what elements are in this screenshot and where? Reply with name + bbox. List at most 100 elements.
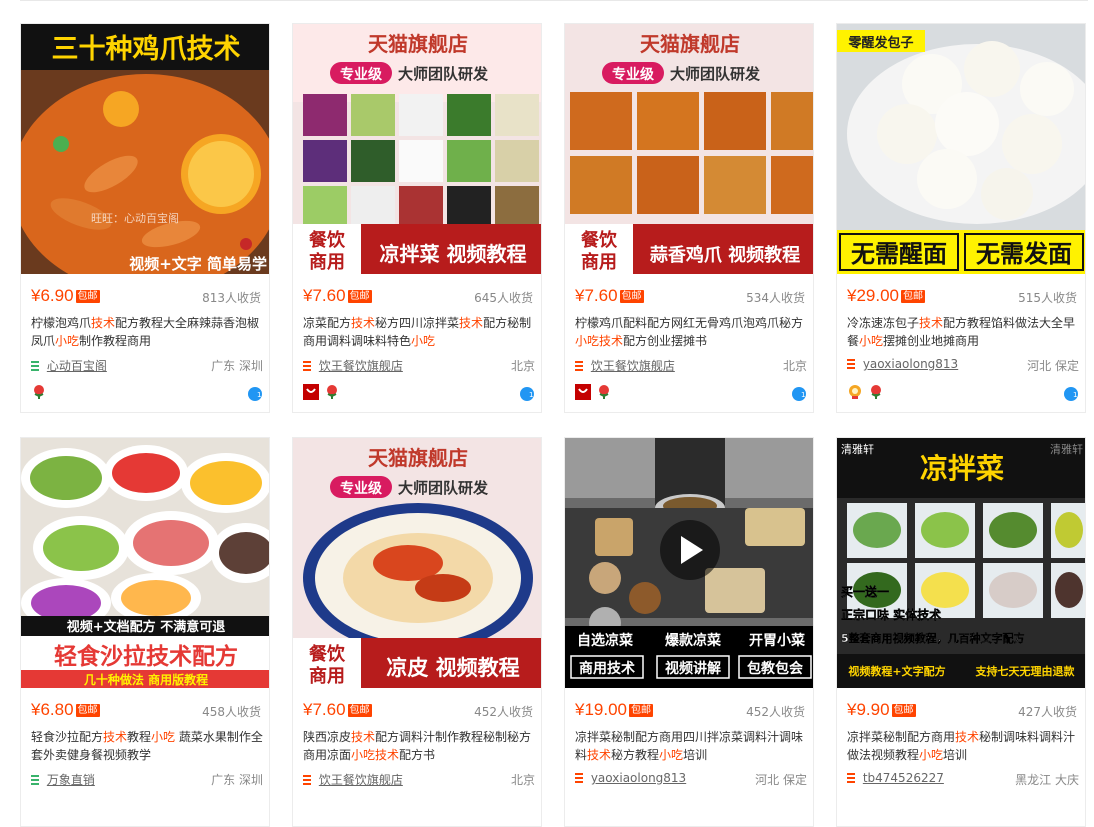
image-watermark: 旺旺：心动百宝阁	[91, 211, 179, 225]
shop-link[interactable]: 饮王餐饮旗舰店	[319, 359, 403, 373]
price: ¥19.00	[575, 700, 627, 719]
product-card[interactable]: 视频+文档配方 不满意可退 轻食沙拉技术配方 几十种做法 商用版教程 ¥6.80…	[20, 437, 270, 827]
location: 北京	[510, 773, 535, 787]
price: ¥6.90	[31, 286, 74, 305]
image-caption: 凉皮 视频教程	[386, 656, 519, 680]
image-banner: 天猫旗舰店	[368, 32, 468, 56]
location: 北京	[782, 359, 807, 373]
image-line: 买一送一	[841, 584, 889, 599]
price: ¥29.00	[847, 286, 899, 305]
sales-count: 427人收货	[1018, 705, 1077, 719]
product-card[interactable]: 自选凉菜 爆款凉菜 开胃小菜 商用技术 视频讲解 包教包会 ¥19.00 包邮 4…	[564, 437, 814, 827]
product-image[interactable]: 清雅轩 清雅轩 凉拌菜 买一送一 正宗口味 实体技术 5整套商用视频教程，几百种…	[837, 438, 1085, 688]
rose-icon	[327, 385, 338, 399]
svg-text:餐饮: 餐饮	[308, 643, 346, 665]
free-shipping-badge: 包邮	[629, 704, 653, 717]
product-image[interactable]: 天猫旗舰店 专业级 大师团队研发 餐饮 商用 凉拌菜 视频教程	[293, 24, 541, 274]
wangwang-chat-icon[interactable]: 1	[1063, 386, 1079, 402]
product-image[interactable]: 三十种鸡爪技术 旺旺：心动百宝阁 视频+文字 简单易学	[21, 24, 269, 274]
image-box-label: 商用技术	[579, 660, 635, 677]
shop-link[interactable]: 饮王餐饮旗舰店	[319, 773, 403, 787]
price: ¥9.90	[847, 700, 890, 719]
product-title[interactable]: 凉拌菜秘制配方商用四川拌凉菜调料汁调味料技术秘方教程小吃培训	[575, 728, 807, 764]
price-row: ¥7.60 包邮 645人收货	[303, 286, 533, 308]
product-title[interactable]: 冷冻速冻包子技术配方教程馅料做法大全早餐小吃摆摊创业地摊商用	[847, 314, 1079, 350]
image-line: 5整套商用视频教程，几百种文字配方	[841, 631, 1025, 645]
location: 河北 保定	[755, 773, 807, 787]
product-card[interactable]: 零醒发包子 无需醒面 无需发面 ¥29.00 包邮 515人收货 冷冻速冻包子技术…	[836, 23, 1086, 413]
shop-link[interactable]: 饮王餐饮旗舰店	[591, 359, 675, 373]
shop-link[interactable]: 万象直销	[47, 773, 95, 787]
svg-text:商用: 商用	[309, 665, 345, 687]
product-title[interactable]: 陕西凉皮技术配方调料汁制作教程秘制秘方商用凉面小吃技术配方书	[303, 728, 535, 764]
sales-count: 452人收货	[746, 705, 805, 719]
shop-row: tb474526227 黑龙江 大庆	[847, 771, 1079, 789]
svg-text:餐饮: 餐饮	[580, 229, 618, 251]
shop-link[interactable]: yaoxiaolong813	[863, 357, 958, 371]
shop-row: 万象直销 广东 深圳	[31, 771, 263, 789]
product-image[interactable]: 天猫旗舰店 专业级 大师团队研发 餐饮 商用 蒜香鸡爪 视频教程	[565, 24, 813, 274]
shop-link[interactable]: 心动百宝阁	[47, 359, 107, 373]
image-corner-right: 清雅轩	[1050, 442, 1083, 456]
wangwang-chat-icon[interactable]: 1	[519, 386, 535, 402]
sales-count: 458人收货	[202, 705, 261, 719]
free-shipping-badge: 包邮	[619, 290, 644, 303]
rose-icon	[599, 385, 610, 399]
image-corner: 零醒发包子	[847, 35, 913, 51]
image-banner: 天猫旗舰店	[640, 32, 740, 56]
image-banner: 天猫旗舰店	[368, 446, 468, 470]
image-tag2: 大师团队研发	[670, 65, 761, 83]
price: ¥7.60	[575, 286, 618, 305]
product-card[interactable]: 清雅轩 清雅轩 凉拌菜 买一送一 正宗口味 实体技术 5整套商用视频教程，几百种…	[836, 437, 1086, 827]
service-icons: 1	[31, 384, 263, 404]
shop-icon	[31, 774, 39, 785]
service-icons: 1	[575, 384, 807, 404]
free-shipping-badge: 包邮	[75, 704, 100, 717]
gold-medal-icon	[849, 385, 861, 399]
product-image[interactable]: 视频+文档配方 不满意可退 轻食沙拉技术配方 几十种做法 商用版教程	[21, 438, 269, 688]
shop-row: yaoxiaolong813 河北 保定	[575, 771, 807, 789]
image-caption: 蒜香鸡爪 视频教程	[650, 244, 800, 266]
product-title[interactable]: 凉菜配方技术秘方四川凉拌菜技术配方秘制商用调料调味料特色小吃	[303, 314, 535, 350]
shop-icon	[847, 772, 855, 783]
location: 北京	[510, 359, 535, 373]
free-shipping-badge: 包邮	[347, 290, 372, 303]
product-image[interactable]: 零醒发包子 无需醒面 无需发面	[837, 24, 1085, 274]
shop-row: yaoxiaolong813 河北 保定	[847, 357, 1079, 375]
product-title[interactable]: 柠檬泡鸡爪技术配方教程大全麻辣蒜香泡椒凤爪小吃制作教程商用	[31, 314, 263, 350]
product-card[interactable]: 天猫旗舰店 专业级 大师团队研发 餐饮 商用 凉皮 视频教程 ¥7.60 包邮 4…	[292, 437, 542, 827]
wangwang-chat-icon[interactable]: 1	[791, 386, 807, 402]
shop-link[interactable]: yaoxiaolong813	[591, 771, 686, 785]
image-label: 爆款凉菜	[665, 632, 722, 649]
wangwang-chat-icon[interactable]: 1	[247, 386, 263, 402]
image-label: 开胃小菜	[749, 632, 806, 649]
image-box-label: 包教包会	[747, 660, 804, 677]
svg-text:商用: 商用	[581, 251, 617, 273]
product-image[interactable]: 天猫旗舰店 专业级 大师团队研发 餐饮 商用 凉皮 视频教程	[293, 438, 541, 688]
product-card[interactable]: 天猫旗舰店 专业级 大师团队研发 餐饮 商用 蒜香鸡爪 视频教程 ¥7.60 包…	[564, 23, 814, 413]
product-card[interactable]: 三十种鸡爪技术 旺旺：心动百宝阁 视频+文字 简单易学 ¥6.90 包邮 813人…	[20, 23, 270, 413]
price-row: ¥6.80 包邮 458人收货	[31, 700, 261, 722]
product-title[interactable]: 柠檬鸡爪配料配方网红无骨鸡爪泡鸡爪秘方小吃技术配方创业摆摊书	[575, 314, 807, 350]
svg-text:1: 1	[1073, 391, 1077, 399]
image-sub: 视频+文字 简单易学	[129, 255, 267, 273]
image-box-label: 视频讲解	[665, 660, 721, 677]
shop-icon	[847, 358, 855, 369]
shop-icon	[575, 772, 583, 783]
location: 黑龙江 大庆	[1015, 773, 1079, 787]
sales-count: 813人收货	[202, 291, 261, 305]
service-icons: 1	[303, 384, 535, 404]
product-card[interactable]: 天猫旗舰店 专业级 大师团队研发 餐饮 商用 凉拌菜 视频教程 ¥7.60 包邮…	[292, 23, 542, 413]
product-title[interactable]: 轻食沙拉配方技术教程小吃 蔬菜水果制作全套外卖健身餐视频教学	[31, 728, 263, 764]
product-image[interactable]: 自选凉菜 爆款凉菜 开胃小菜 商用技术 视频讲解 包教包会	[565, 438, 813, 688]
shop-link[interactable]: tb474526227	[863, 771, 944, 785]
image-caption-top: 视频+文档配方 不满意可退	[67, 619, 225, 635]
product-title[interactable]: 凉拌菜秘制配方商用技术秘制调味料调料汁做法视频教程小吃培训	[847, 728, 1079, 764]
image-caption: 三十种鸡爪技术	[52, 34, 241, 65]
price: ¥7.60	[303, 700, 346, 719]
svg-text:1: 1	[257, 391, 261, 399]
shop-icon	[303, 360, 311, 371]
price-row: ¥7.60 包邮 452人收货	[303, 700, 533, 722]
price-row: ¥6.90 包邮 813人收货	[31, 286, 261, 308]
image-tag1: 专业级	[612, 66, 655, 83]
